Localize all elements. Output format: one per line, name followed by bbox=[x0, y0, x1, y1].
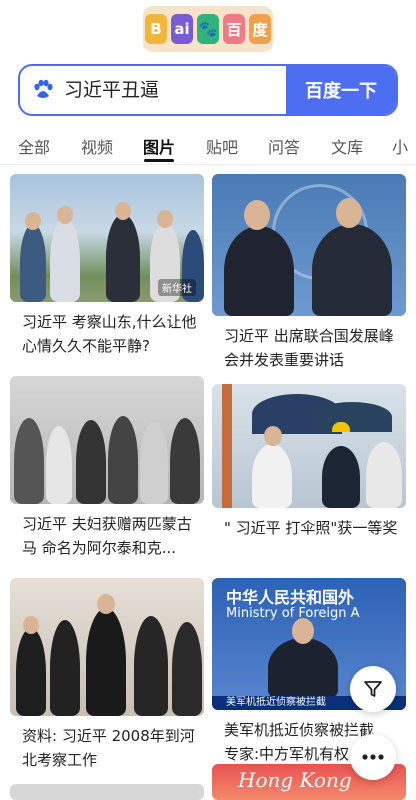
filter-button[interactable] bbox=[350, 666, 396, 712]
logo-letter: ai bbox=[171, 14, 193, 44]
tab-video[interactable]: 视频 bbox=[81, 134, 113, 158]
banner-title: 中华人民共和国外 bbox=[226, 588, 355, 607]
tab-all[interactable]: 全部 bbox=[18, 134, 50, 158]
image-result[interactable]: " 习近平 打伞照"获一等奖 bbox=[212, 384, 406, 540]
result-image[interactable] bbox=[10, 784, 204, 800]
tab-wenku[interactable]: 文库 bbox=[331, 134, 363, 158]
result-caption[interactable]: 资料: 习近平 2008年到河北考察工作 bbox=[10, 724, 204, 772]
result-caption[interactable]: 习近平 夫妇获赠两匹蒙古马 命名为阿尔泰和克... bbox=[10, 512, 204, 560]
banner-subtitle: Ministry of Foreign A bbox=[226, 606, 360, 621]
active-tab-indicator bbox=[144, 159, 174, 162]
image-result[interactable]: 习近平 夫妇获赠两匹蒙古马 命名为阿尔泰和克... bbox=[10, 376, 204, 560]
logo-letter: 百 bbox=[223, 14, 245, 44]
search-button[interactable]: 百度一下 bbox=[286, 66, 396, 114]
tab-more[interactable]: 小 bbox=[392, 134, 408, 158]
result-image[interactable] bbox=[10, 578, 204, 716]
tab-qa[interactable]: 问答 bbox=[268, 134, 300, 158]
watermark-badge: 新华社 bbox=[158, 279, 196, 296]
paw-icon bbox=[34, 79, 53, 98]
tab-tieba[interactable]: 贴吧 bbox=[206, 134, 238, 158]
image-result[interactable]: 习近平 出席联合国发展峰会并发表重要讲话 bbox=[212, 174, 406, 372]
filter-icon bbox=[364, 681, 382, 697]
more-button[interactable] bbox=[350, 734, 396, 780]
banner-title: Hong Kong bbox=[238, 768, 352, 792]
more-icon bbox=[362, 754, 384, 760]
category-tabs: 全部 视频 图片 贴吧 问答 文库 小 bbox=[0, 128, 416, 165]
result-image[interactable] bbox=[212, 174, 406, 316]
result-image[interactable] bbox=[212, 384, 406, 508]
baidu-logo[interactable]: B ai 🐾 百 度 bbox=[143, 6, 273, 52]
result-caption[interactable]: 习近平 出席联合国发展峰会并发表重要讲话 bbox=[212, 324, 406, 372]
image-result[interactable]: 资料: 习近平 2008年到河北考察工作 bbox=[10, 578, 204, 772]
result-image[interactable]: 新华社 bbox=[10, 174, 204, 302]
search-bar: 习近平丑逼 百度一下 bbox=[18, 64, 398, 116]
result-caption[interactable]: " 习近平 打伞照"获一等奖 bbox=[212, 516, 406, 540]
image-result[interactable] bbox=[10, 784, 204, 800]
tab-images[interactable]: 图片 bbox=[143, 134, 175, 158]
result-image[interactable] bbox=[10, 376, 204, 504]
logo-letter: 度 bbox=[249, 14, 271, 44]
paw-icon: 🐾 bbox=[197, 14, 219, 44]
logo-letter: B bbox=[145, 14, 167, 44]
result-caption[interactable]: 习近平 考察山东,什么让他心情久久不能平静? bbox=[10, 310, 204, 358]
image-result[interactable]: 新华社 习近平 考察山东,什么让他心情久久不能平静? bbox=[10, 174, 204, 358]
search-input[interactable]: 习近平丑逼 bbox=[64, 76, 159, 104]
